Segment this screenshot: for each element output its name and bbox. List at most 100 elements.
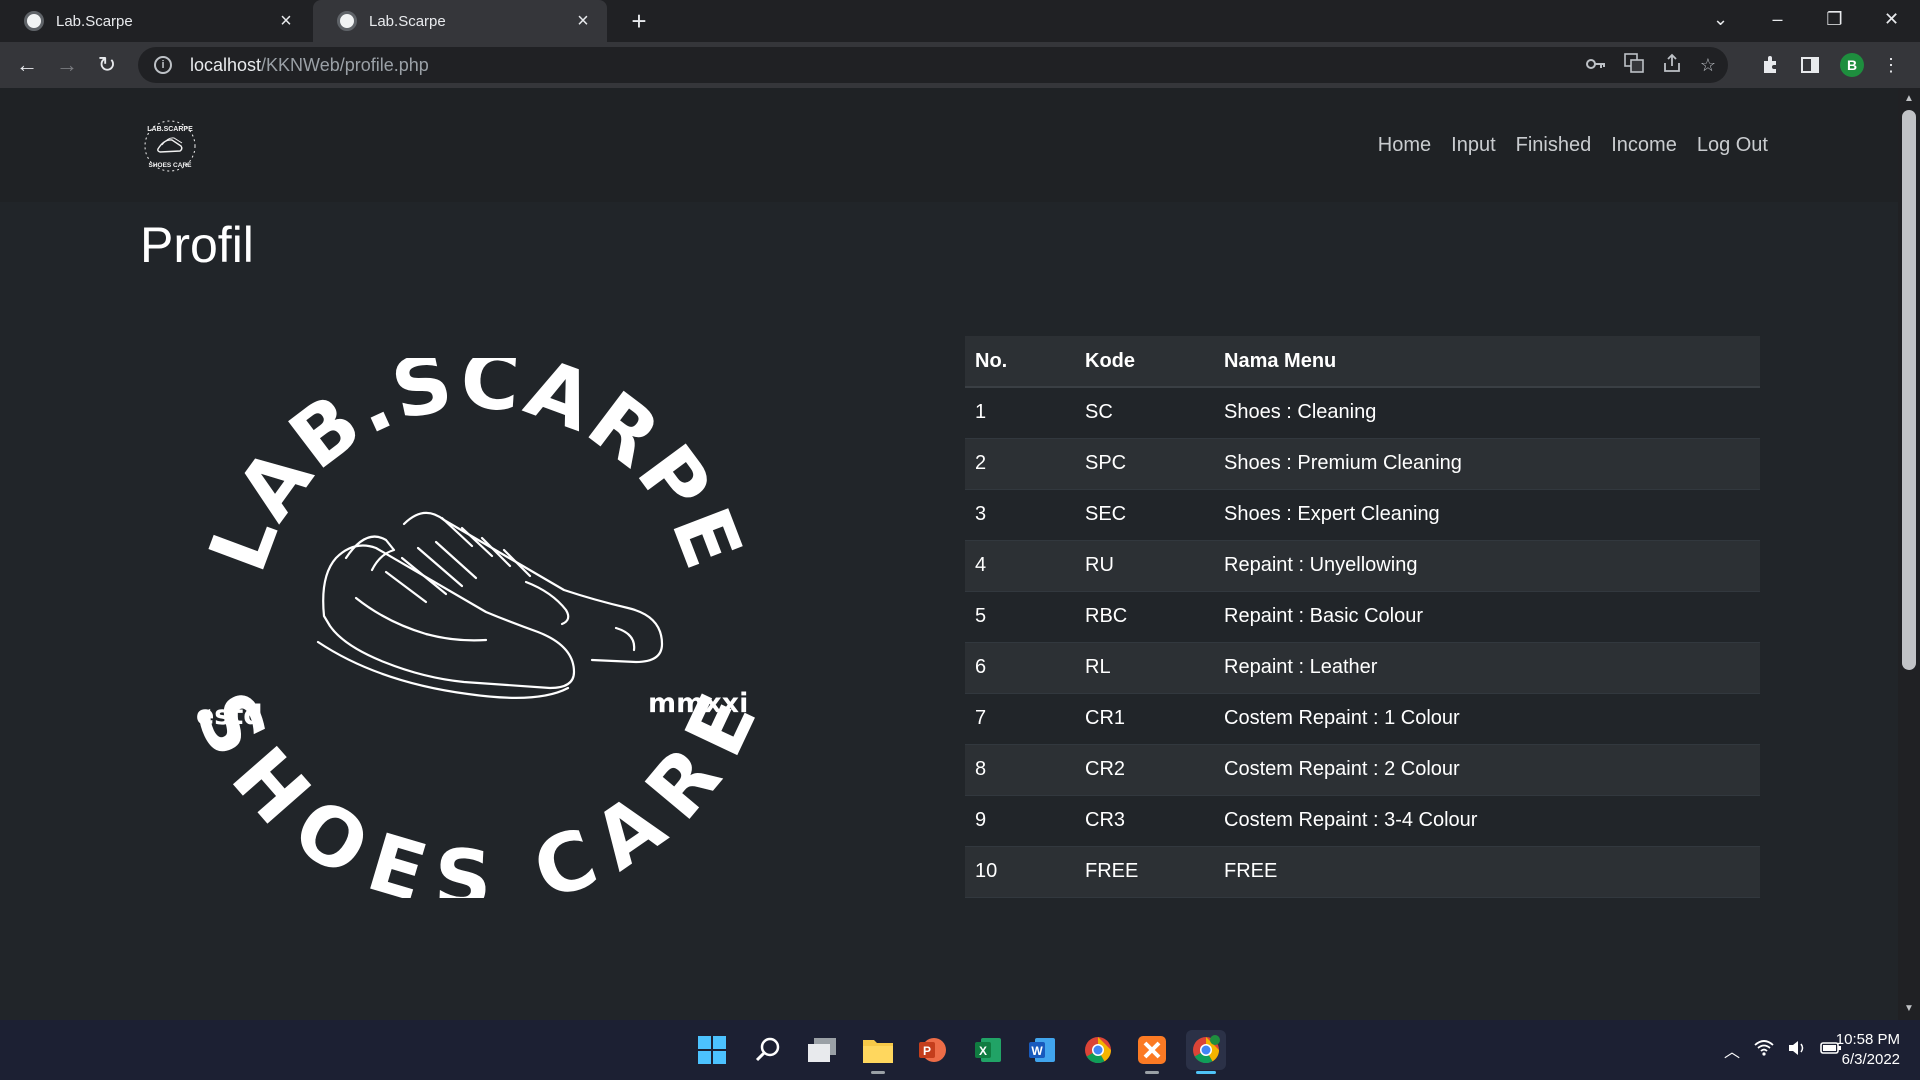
- close-tab-icon[interactable]: ×: [573, 11, 593, 31]
- active-indicator: [1196, 1071, 1216, 1074]
- site-favicon-icon: [24, 11, 44, 31]
- scroll-up-icon[interactable]: ▲: [1898, 90, 1920, 108]
- window-controls: ⌄ – ❐ ✕: [1692, 0, 1920, 42]
- extensions-icon[interactable]: [1760, 50, 1780, 80]
- cell-kode: RBC: [1075, 591, 1214, 643]
- file-explorer-icon[interactable]: [858, 1030, 898, 1074]
- tab-search-icon[interactable]: ⌄: [1692, 0, 1749, 38]
- password-key-icon[interactable]: [1585, 55, 1606, 76]
- logo-year-text: mmxxi: [648, 688, 748, 719]
- column-header-nama-menu: Nama Menu: [1214, 336, 1760, 388]
- table-row: 8 CR2 Costem Repaint : 2 Colour: [965, 744, 1760, 796]
- cell-nama-menu: Shoes : Premium Cleaning: [1214, 438, 1760, 490]
- side-panel-icon[interactable]: [1800, 50, 1820, 80]
- table-row: 10 FREE FREE: [965, 846, 1760, 898]
- nav-link-logout[interactable]: Log Out: [1697, 134, 1768, 157]
- excel-icon[interactable]: X: [968, 1030, 1008, 1070]
- scroll-down-icon[interactable]: ▼: [1898, 1000, 1920, 1018]
- column-header-no: No.: [965, 336, 1075, 388]
- site-navbar: LAB.SCARPE SHOES CARE Home Input Finishe…: [0, 88, 1898, 202]
- browser-toolbar: ← → ↻ i localhost/KKNWeb/profile.php ☆ B…: [0, 42, 1920, 88]
- browser-tab[interactable]: Lab.Scarpe ×: [0, 0, 310, 42]
- site-info-icon[interactable]: i: [154, 56, 172, 74]
- chrome-profile-icon[interactable]: [1186, 1030, 1226, 1074]
- svg-text:SHOES CARE: SHOES CARE: [149, 162, 193, 169]
- profile-button[interactable]: B: [1840, 50, 1864, 80]
- browser-menu-icon[interactable]: ⋮: [1882, 50, 1900, 80]
- cell-no: 6: [965, 642, 1075, 694]
- logo-top-text: LAB.SCARPE: [196, 358, 756, 583]
- bookmark-star-icon[interactable]: ☆: [1700, 55, 1716, 76]
- search-icon[interactable]: [748, 1030, 788, 1070]
- address-bar[interactable]: i localhost/KKNWeb/profile.php ☆: [138, 47, 1728, 83]
- close-window-icon[interactable]: ✕: [1863, 0, 1920, 38]
- cell-kode: SEC: [1075, 489, 1214, 541]
- volume-icon[interactable]: [1788, 1040, 1806, 1061]
- cell-kode: CR3: [1075, 795, 1214, 847]
- page-scrollbar[interactable]: ▲ ▼: [1898, 88, 1920, 1020]
- logo-estd-text: estd: [196, 700, 263, 731]
- table-row: 6 RL Repaint : Leather: [965, 642, 1760, 694]
- cell-no: 1: [965, 387, 1075, 439]
- browser-tab-bar: Lab.Scarpe × Lab.Scarpe × + ⌄ – ❐ ✕: [0, 0, 1920, 42]
- scroll-thumb[interactable]: [1902, 110, 1916, 670]
- cell-no: 9: [965, 795, 1075, 847]
- table-row: 7 CR1 Costem Repaint : 1 Colour: [965, 693, 1760, 745]
- translate-icon[interactable]: [1624, 52, 1644, 78]
- system-tray: ︿: [1724, 1020, 1842, 1080]
- task-view-icon[interactable]: [802, 1030, 842, 1070]
- profile-avatar: B: [1840, 53, 1864, 77]
- main-nav: Home Input Finished Income Log Out: [1378, 88, 1768, 202]
- site-favicon-icon: [337, 11, 357, 31]
- share-icon[interactable]: [1662, 53, 1682, 78]
- back-icon[interactable]: ←: [12, 50, 42, 80]
- cell-no: 10: [965, 846, 1075, 898]
- running-indicator: [871, 1071, 885, 1074]
- tab-title: Lab.Scarpe: [369, 12, 446, 30]
- nav-link-home[interactable]: Home: [1378, 134, 1431, 157]
- cell-nama-menu: Costem Repaint : 2 Colour: [1214, 744, 1760, 796]
- nav-link-income[interactable]: Income: [1611, 134, 1677, 157]
- nav-link-finished[interactable]: Finished: [1516, 134, 1592, 157]
- brand-logo[interactable]: LAB.SCARPE SHOES CARE: [142, 118, 198, 174]
- reload-icon[interactable]: ↻: [92, 50, 122, 80]
- lab-scarpe-logo: LAB.SCARPE SHOES CARE estd mmxxi: [196, 358, 756, 898]
- close-tab-icon[interactable]: ×: [276, 11, 296, 31]
- forward-icon[interactable]: →: [52, 50, 82, 80]
- taskbar-clock[interactable]: 10:58 PM 6/3/2022: [1836, 1030, 1900, 1070]
- cell-nama-menu: Repaint : Unyellowing: [1214, 540, 1760, 592]
- cell-nama-menu: FREE: [1214, 846, 1760, 898]
- minimize-icon[interactable]: –: [1749, 0, 1806, 38]
- table-row: 2 SPC Shoes : Premium Cleaning: [965, 438, 1760, 490]
- restore-icon[interactable]: ❐: [1806, 0, 1863, 38]
- wifi-icon[interactable]: [1754, 1039, 1774, 1061]
- running-indicator: [1145, 1071, 1159, 1074]
- table-row: 9 CR3 Costem Repaint : 3-4 Colour: [965, 795, 1760, 847]
- show-hidden-icons-icon[interactable]: ︿: [1724, 1038, 1740, 1062]
- cell-nama-menu: Shoes : Cleaning: [1214, 387, 1760, 439]
- cell-kode: RU: [1075, 540, 1214, 592]
- browser-tab-active[interactable]: Lab.Scarpe ×: [313, 0, 607, 42]
- page-title: Profil: [140, 217, 254, 273]
- nav-link-input[interactable]: Input: [1451, 134, 1495, 157]
- cell-nama-menu: Repaint : Leather: [1214, 642, 1760, 694]
- menu-table: No. Kode Nama Menu 1 SC Shoes : Cleaning 2…: [965, 336, 1760, 898]
- tab-title: Lab.Scarpe: [56, 12, 133, 30]
- new-tab-button[interactable]: +: [624, 6, 654, 36]
- xampp-icon[interactable]: [1132, 1030, 1172, 1074]
- svg-text:W: W: [1031, 1044, 1043, 1058]
- cell-no: 3: [965, 489, 1075, 541]
- powerpoint-icon[interactable]: P: [912, 1030, 952, 1070]
- svg-text:X: X: [979, 1044, 987, 1058]
- clock-time: 10:58 PM: [1835, 1031, 1900, 1048]
- start-icon[interactable]: [692, 1030, 732, 1070]
- cell-no: 2: [965, 438, 1075, 490]
- cell-nama-menu: Costem Repaint : 1 Colour: [1214, 693, 1760, 745]
- cell-nama-menu: Shoes : Expert Cleaning: [1214, 489, 1760, 541]
- cell-kode: SPC: [1075, 438, 1214, 490]
- word-icon[interactable]: W: [1022, 1030, 1062, 1070]
- cell-no: 4: [965, 540, 1075, 592]
- chrome-icon[interactable]: [1078, 1030, 1118, 1070]
- table-row: 1 SC Shoes : Cleaning: [965, 387, 1760, 439]
- cell-kode: FREE: [1075, 846, 1214, 898]
